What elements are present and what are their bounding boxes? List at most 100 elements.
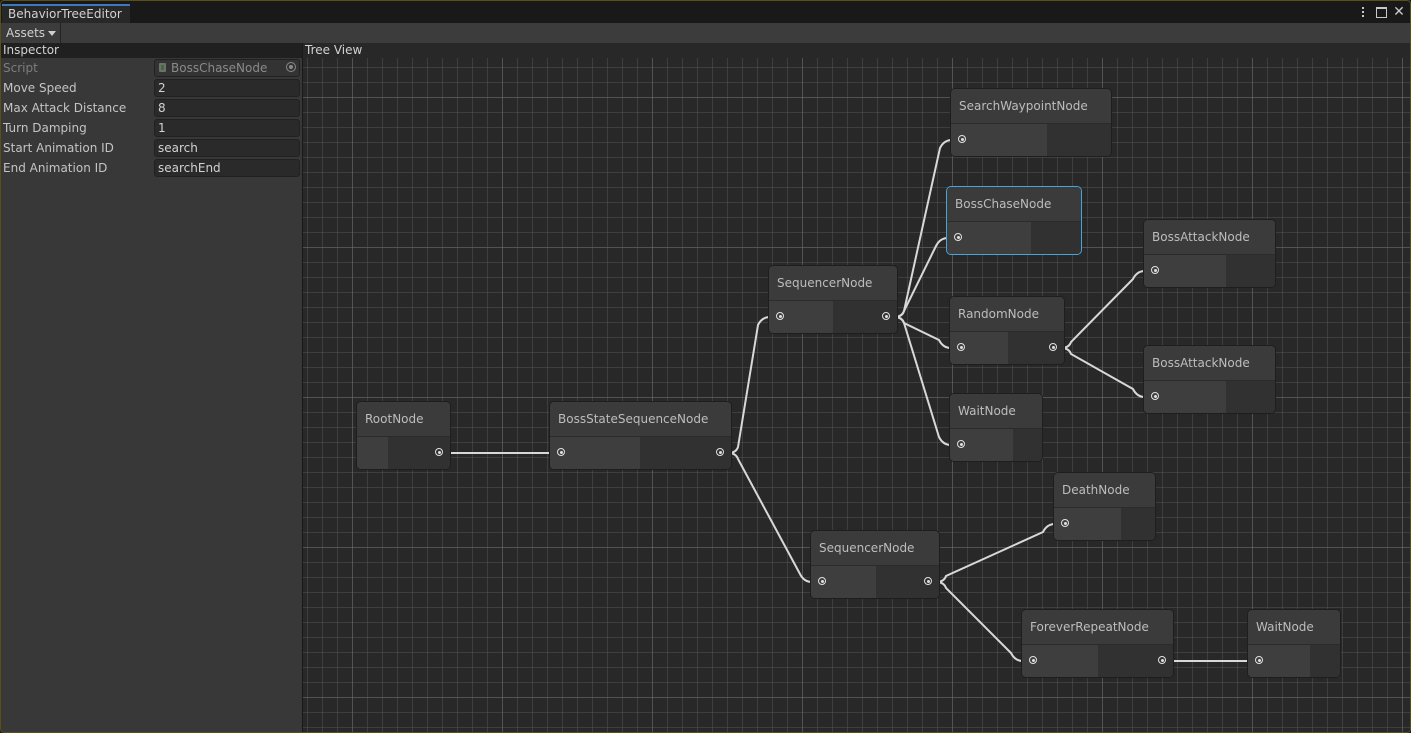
output-port-area	[1098, 645, 1173, 677]
script-row: Script BossChaseNode	[1, 58, 302, 78]
input-port-icon[interactable]	[1061, 519, 1069, 527]
max-attack-distance-field[interactable]: 8	[154, 99, 300, 117]
input-port-icon[interactable]	[557, 448, 565, 456]
output-port-icon[interactable]	[435, 448, 443, 456]
input-port-icon[interactable]	[957, 440, 965, 448]
input-port-area	[950, 429, 1013, 461]
output-port-area	[1310, 645, 1340, 677]
input-port-area	[1054, 508, 1121, 540]
input-port-icon[interactable]	[958, 135, 966, 143]
output-port-area	[1031, 222, 1081, 254]
move-speed-field[interactable]: 2	[154, 79, 300, 97]
output-port-icon[interactable]	[716, 448, 724, 456]
node-wait-top[interactable]: WaitNode	[949, 393, 1043, 462]
node-boss-attack-2[interactable]: BossAttackNode	[1143, 345, 1276, 414]
input-port-area	[951, 124, 1047, 156]
property-row-turn-damping: Turn Damping 1	[1, 118, 302, 138]
title-bar: BehaviorTreeEditor ✕	[1, 1, 1410, 23]
node-title: SequencerNode	[769, 266, 897, 301]
script-label: Script	[3, 61, 38, 75]
input-port-area	[357, 437, 388, 469]
input-port-icon[interactable]	[776, 312, 784, 320]
input-port-area	[769, 301, 833, 333]
input-port-icon[interactable]	[1255, 656, 1263, 664]
property-row-start-animation-id: Start Animation ID search	[1, 138, 302, 158]
chevron-down-icon	[48, 31, 57, 36]
node-title: SearchWaypointNode	[951, 89, 1111, 124]
input-port-area	[1144, 255, 1226, 287]
close-button[interactable]: ✕	[1392, 4, 1406, 20]
node-title: BossStateSequenceNode	[550, 402, 731, 437]
node-title: ForeverRepeatNode	[1022, 610, 1173, 645]
node-title: WaitNode	[1248, 610, 1340, 645]
node-title: SequencerNode	[811, 531, 939, 566]
property-label: Max Attack Distance	[3, 101, 127, 115]
close-icon: ✕	[1393, 4, 1405, 20]
behavior-tree-editor-window: BehaviorTreeEditor ✕ Assets Inspector Sc…	[0, 0, 1411, 733]
maximize-button[interactable]	[1374, 4, 1388, 20]
output-port-icon[interactable]	[882, 312, 890, 320]
node-title: WaitNode	[950, 394, 1042, 429]
node-random[interactable]: RandomNode	[949, 296, 1065, 365]
node-boss-chase[interactable]: BossChaseNode	[946, 186, 1082, 255]
input-port-area	[1248, 645, 1310, 677]
node-title: BossChaseNode	[947, 187, 1081, 222]
object-picker-icon[interactable]	[286, 62, 296, 72]
window-controls: ✕	[1356, 4, 1406, 20]
input-port-area	[550, 437, 640, 469]
property-row-max-attack-distance: Max Attack Distance 8	[1, 98, 302, 118]
property-label: Start Animation ID	[3, 141, 114, 155]
node-boss-attack-1[interactable]: BossAttackNode	[1143, 219, 1276, 288]
node-search-waypoint[interactable]: SearchWaypointNode	[950, 88, 1112, 157]
output-port-area	[1226, 381, 1275, 413]
turn-damping-field[interactable]: 1	[154, 119, 300, 137]
end-animation-id-field[interactable]: searchEnd	[154, 159, 300, 177]
script-file-icon	[159, 63, 166, 72]
input-port-icon[interactable]	[954, 233, 962, 241]
input-port-icon[interactable]	[957, 343, 965, 351]
property-label: Turn Damping	[3, 121, 87, 135]
input-port-area	[950, 332, 1008, 364]
output-port-area	[1226, 255, 1275, 287]
assets-dropdown[interactable]: Assets	[1, 23, 62, 43]
node-wait-bottom[interactable]: WaitNode	[1247, 609, 1341, 678]
input-port-area	[811, 566, 876, 598]
node-root[interactable]: RootNode	[356, 401, 451, 470]
script-field[interactable]: BossChaseNode	[154, 59, 300, 77]
input-port-area	[1144, 381, 1226, 413]
node-title: DeathNode	[1054, 473, 1155, 508]
output-port-area	[833, 301, 897, 333]
property-label: Move Speed	[3, 81, 77, 95]
node-seq-bottom[interactable]: SequencerNode	[810, 530, 940, 599]
output-port-area	[388, 437, 450, 469]
node-boss-state-seq[interactable]: BossStateSequenceNode	[549, 401, 732, 470]
start-animation-id-field[interactable]: search	[154, 139, 300, 157]
assets-label: Assets	[6, 26, 46, 40]
property-row-end-animation-id: End Animation ID searchEnd	[1, 158, 302, 178]
node-title: BossAttackNode	[1144, 220, 1275, 255]
output-port-area	[640, 437, 731, 469]
output-port-area	[1047, 124, 1111, 156]
input-port-area	[947, 222, 1031, 254]
output-port-area	[1121, 508, 1155, 540]
node-forever-repeat[interactable]: ForeverRepeatNode	[1021, 609, 1174, 678]
output-port-icon[interactable]	[1158, 656, 1166, 664]
node-title: BossAttackNode	[1144, 346, 1275, 381]
output-port-icon[interactable]	[924, 577, 932, 585]
input-port-icon[interactable]	[818, 577, 826, 585]
node-death[interactable]: DeathNode	[1053, 472, 1156, 541]
output-port-area	[1008, 332, 1064, 364]
input-port-icon[interactable]	[1029, 656, 1037, 664]
node-title: RandomNode	[950, 297, 1064, 332]
script-value: BossChaseNode	[171, 61, 268, 75]
property-row-move-speed: Move Speed 2	[1, 78, 302, 98]
tab-behavior-tree-editor[interactable]: BehaviorTreeEditor	[2, 4, 130, 23]
input-port-icon[interactable]	[1151, 266, 1159, 274]
output-port-area	[1013, 429, 1042, 461]
input-port-icon[interactable]	[1151, 392, 1159, 400]
output-port-icon[interactable]	[1049, 343, 1057, 351]
more-options-button[interactable]	[1356, 4, 1370, 20]
inspector-title: Inspector	[1, 43, 302, 58]
node-seq-top[interactable]: SequencerNode	[768, 265, 898, 334]
toolbar: Assets	[1, 23, 1410, 44]
